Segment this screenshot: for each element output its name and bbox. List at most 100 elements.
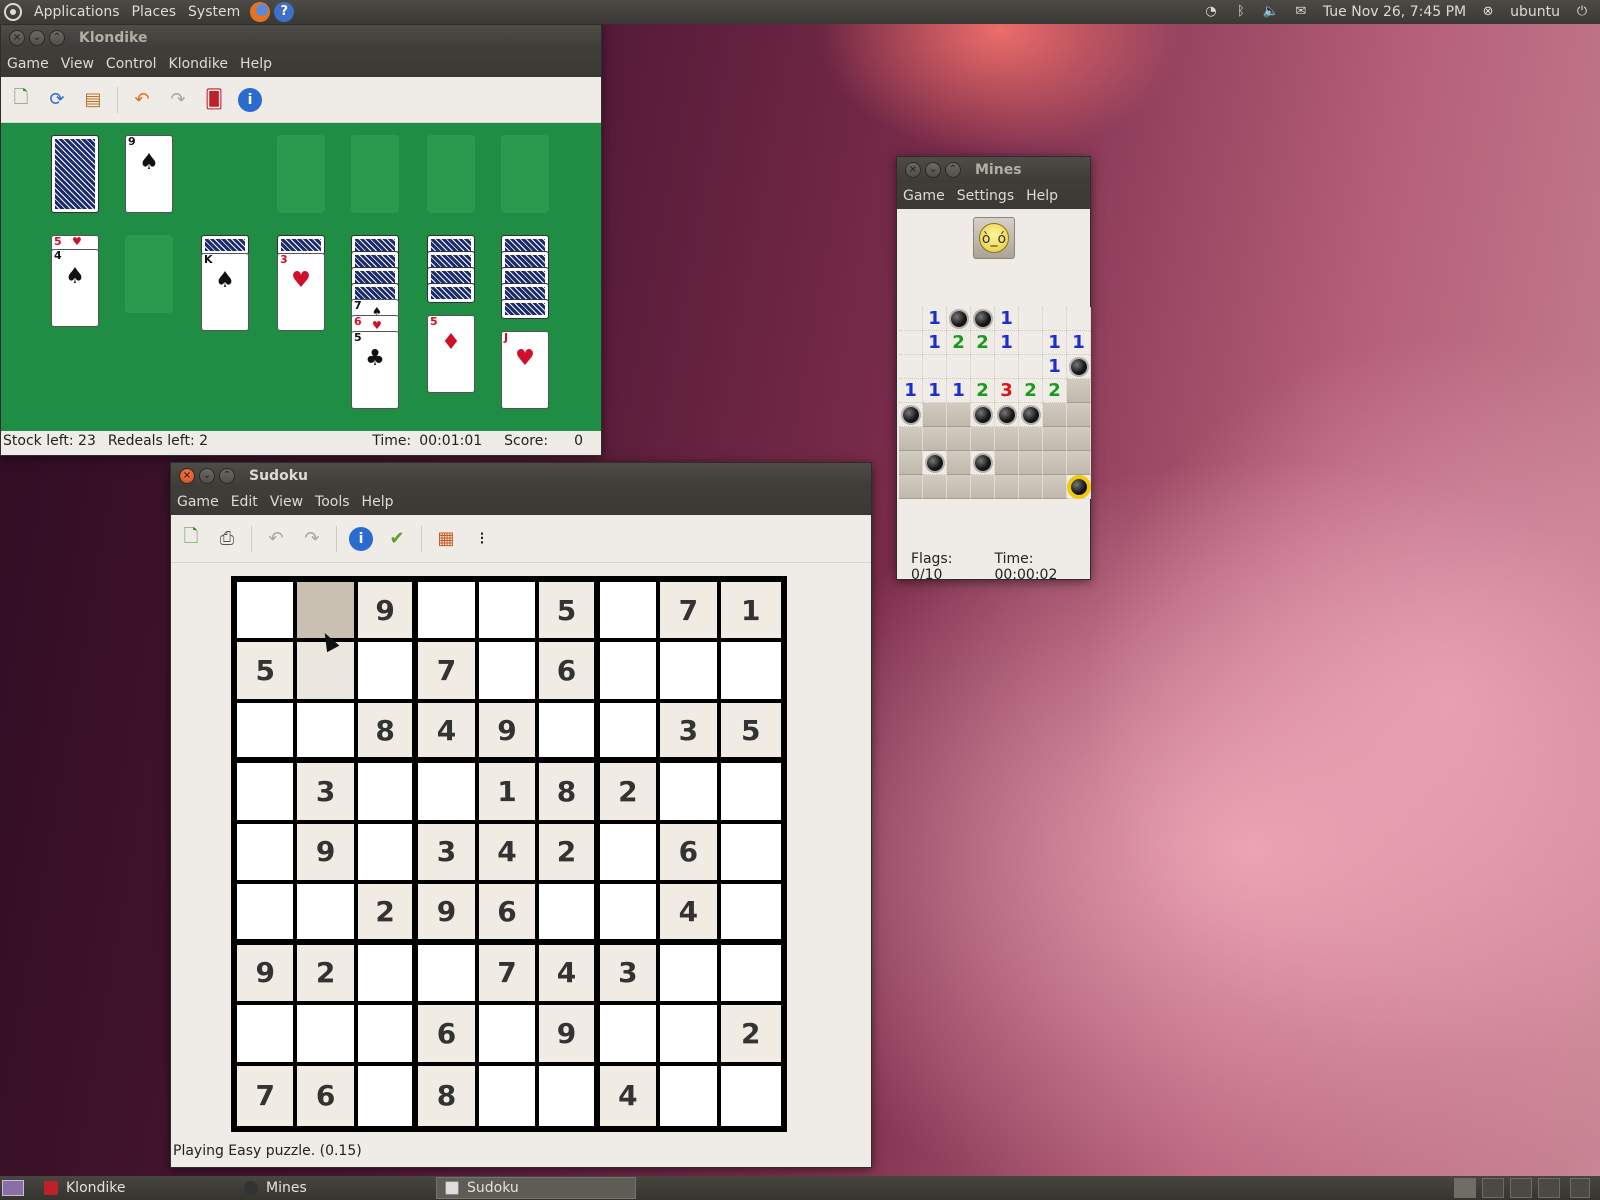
mine-cell-open[interactable]: 1 bbox=[947, 379, 971, 403]
mine-cell-hidden[interactable] bbox=[1067, 379, 1091, 403]
menu-edit[interactable]: Edit bbox=[231, 494, 258, 510]
power-icon[interactable]: ⏻ bbox=[1574, 5, 1590, 19]
minimize-button[interactable]: ⌄ bbox=[925, 162, 941, 178]
sudoku-cell[interactable] bbox=[539, 884, 594, 939]
mine-cell-hidden[interactable] bbox=[947, 427, 971, 451]
footprints-icon[interactable]: ⁝ bbox=[470, 527, 494, 551]
task-mines[interactable]: Mines bbox=[236, 1177, 436, 1199]
mine-cell-hidden[interactable] bbox=[947, 451, 971, 475]
minimize-button[interactable]: ⌄ bbox=[199, 468, 215, 484]
menu-game[interactable]: Game bbox=[7, 56, 49, 72]
mine-cell-open[interactable]: 2 bbox=[971, 331, 995, 355]
sudoku-cell[interactable]: 7 bbox=[418, 642, 475, 699]
maximize-button[interactable]: ⌃ bbox=[945, 162, 961, 178]
redo-icon[interactable]: ↷ bbox=[166, 88, 190, 112]
menu-help[interactable]: Help bbox=[362, 494, 394, 510]
sudoku-cell[interactable]: 3 bbox=[599, 944, 657, 1002]
tableau-card[interactable]: K ♠ bbox=[201, 253, 249, 331]
bluetooth-icon[interactable]: ᛒ bbox=[1233, 5, 1249, 19]
sudoku-cell[interactable] bbox=[599, 1005, 657, 1062]
sudoku-cell[interactable]: 6 bbox=[418, 1005, 475, 1062]
sudoku-cell[interactable] bbox=[237, 582, 294, 639]
mine-cell-hidden[interactable] bbox=[923, 427, 947, 451]
mine-cell-hidden[interactable] bbox=[899, 475, 923, 499]
close-button[interactable]: × bbox=[179, 468, 195, 484]
menu-view[interactable]: View bbox=[270, 494, 303, 510]
new-game-icon[interactable]: 🗋 bbox=[179, 526, 203, 551]
sudoku-cell[interactable] bbox=[720, 884, 781, 939]
mine-cell-mine[interactable] bbox=[947, 307, 971, 331]
sudoku-cell[interactable]: 6 bbox=[478, 884, 536, 939]
mine-cell-open[interactable] bbox=[1019, 331, 1043, 355]
menu-game[interactable]: Game bbox=[903, 188, 945, 204]
tableau-card[interactable]: 5 ♣ bbox=[351, 331, 399, 409]
mine-cell-hidden[interactable] bbox=[1019, 427, 1043, 451]
close-button[interactable]: × bbox=[905, 162, 921, 178]
mine-cell-open[interactable] bbox=[947, 355, 971, 379]
sudoku-cell[interactable]: 4 bbox=[660, 884, 717, 939]
sudoku-cell[interactable] bbox=[720, 944, 781, 1002]
sudoku-cell[interactable] bbox=[357, 1065, 413, 1126]
sudoku-cell[interactable] bbox=[720, 1065, 781, 1126]
mine-cell-open[interactable] bbox=[1019, 307, 1043, 331]
sudoku-cell[interactable] bbox=[297, 1005, 354, 1062]
mine-cell-hidden[interactable] bbox=[1043, 475, 1067, 499]
deal-icon[interactable]: 🂠 bbox=[202, 88, 226, 112]
sudoku-cell[interactable] bbox=[357, 642, 413, 699]
mine-cell-open[interactable]: 1 bbox=[995, 331, 1019, 355]
menu-control[interactable]: Control bbox=[106, 56, 157, 72]
workspace-4[interactable] bbox=[1538, 1178, 1560, 1198]
tableau-empty-slot[interactable] bbox=[125, 235, 173, 313]
sudoku-cell[interactable]: 5 bbox=[539, 582, 594, 639]
mine-cell-open[interactable]: 1 bbox=[1043, 355, 1067, 379]
sudoku-cell[interactable] bbox=[297, 884, 354, 939]
sudoku-cell[interactable] bbox=[357, 944, 413, 1002]
menu-tools[interactable]: Tools bbox=[315, 494, 350, 510]
mine-cell-hidden[interactable] bbox=[947, 403, 971, 427]
sudoku-cell[interactable] bbox=[599, 642, 657, 699]
sudoku-cell[interactable]: 4 bbox=[539, 944, 594, 1002]
mine-cell-open[interactable] bbox=[1019, 355, 1043, 379]
sudoku-cell[interactable]: 8 bbox=[357, 702, 413, 758]
sudoku-cell[interactable] bbox=[599, 702, 657, 758]
sudoku-cell[interactable]: 6 bbox=[660, 823, 717, 881]
hint-icon[interactable]: i bbox=[349, 526, 373, 551]
foundation-slot[interactable] bbox=[501, 135, 549, 213]
mine-cell-open[interactable] bbox=[899, 355, 923, 379]
workspace-2[interactable] bbox=[1482, 1178, 1504, 1198]
sudoku-cell[interactable] bbox=[660, 944, 717, 1002]
sudoku-cell[interactable] bbox=[599, 823, 657, 881]
tableau-card[interactable]: 4 ♠ bbox=[51, 249, 99, 327]
mine-cell-hidden[interactable] bbox=[995, 451, 1019, 475]
mine-cell-mine[interactable] bbox=[923, 451, 947, 475]
sudoku-cell[interactable] bbox=[660, 1065, 717, 1126]
sudoku-cell[interactable]: 3 bbox=[418, 823, 475, 881]
sudoku-titlebar[interactable]: × ⌄ ⌃ Sudoku bbox=[171, 463, 871, 489]
maximize-button[interactable]: ⌃ bbox=[219, 468, 235, 484]
tableau-card[interactable]: J ♥ bbox=[501, 331, 549, 409]
sudoku-cell[interactable] bbox=[720, 823, 781, 881]
sudoku-cell[interactable] bbox=[599, 884, 657, 939]
mine-cell-open[interactable]: 1 bbox=[899, 379, 923, 403]
sudoku-cell[interactable]: 2 bbox=[720, 1005, 781, 1062]
mine-cell-mine[interactable] bbox=[995, 403, 1019, 427]
sudoku-cell[interactable]: 4 bbox=[599, 1065, 657, 1126]
mine-cell-open[interactable] bbox=[923, 355, 947, 379]
mine-cell-hidden[interactable] bbox=[971, 427, 995, 451]
foundation-slot[interactable] bbox=[351, 135, 399, 213]
sudoku-cell[interactable] bbox=[539, 1065, 594, 1126]
sudoku-cell[interactable] bbox=[418, 582, 475, 639]
tableau-card[interactable]: 5 ♦ bbox=[427, 315, 475, 393]
mine-cell-hidden[interactable] bbox=[923, 475, 947, 499]
sudoku-cell[interactable] bbox=[237, 702, 294, 758]
new-game-face-button[interactable]: ò_ó bbox=[973, 217, 1015, 259]
mine-cell-hidden[interactable] bbox=[899, 427, 923, 451]
network-icon[interactable]: ◔ bbox=[1203, 5, 1219, 19]
mine-cell-open[interactable]: 2 bbox=[947, 331, 971, 355]
mine-cell-mine[interactable] bbox=[1019, 403, 1043, 427]
sudoku-cell[interactable] bbox=[478, 582, 536, 639]
menu-settings[interactable]: Settings bbox=[957, 188, 1014, 204]
sudoku-cell[interactable]: 4 bbox=[418, 702, 475, 758]
sudoku-cell[interactable] bbox=[478, 642, 536, 699]
sudoku-cell[interactable]: 5 bbox=[720, 702, 781, 758]
